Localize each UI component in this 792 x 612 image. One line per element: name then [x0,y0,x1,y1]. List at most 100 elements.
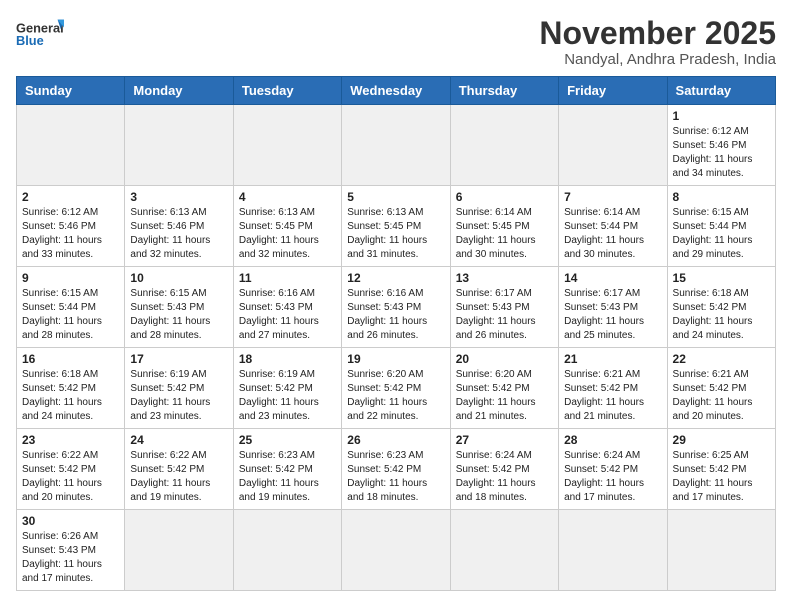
calendar-cell-3-6: 22 Sunrise: 6:21 AMSunset: 5:42 PMDayligh… [667,348,775,429]
calendar-cell-2-3: 12 Sunrise: 6:16 AMSunset: 5:43 PMDayligh… [342,267,450,348]
calendar-cell-0-5 [559,105,667,186]
calendar-cell-1-1: 3 Sunrise: 6:13 AMSunset: 5:46 PMDaylight… [125,186,233,267]
location: Nandyal, Andhra Pradesh, India [539,51,776,68]
day-number: 15 [673,271,770,285]
day-number: 3 [130,190,227,204]
calendar-cell-1-2: 4 Sunrise: 6:13 AMSunset: 5:45 PMDaylight… [233,186,341,267]
cell-info: Sunrise: 6:18 AMSunset: 5:42 PMDaylight:… [22,368,119,424]
calendar-cell-0-0 [17,105,125,186]
cell-info: Sunrise: 6:13 AMSunset: 5:46 PMDaylight:… [130,206,227,262]
calendar-cell-3-4: 20 Sunrise: 6:20 AMSunset: 5:42 PMDayligh… [450,348,558,429]
day-number: 30 [22,514,119,528]
cell-info: Sunrise: 6:14 AMSunset: 5:44 PMDaylight:… [564,206,661,262]
cell-info: Sunrise: 6:25 AMSunset: 5:42 PMDaylight:… [673,449,770,505]
weekday-header-row: SundayMondayTuesdayWednesdayThursdayFrid… [17,77,776,105]
title-block: November 2025 Nandyal, Andhra Pradesh, I… [539,16,776,68]
day-number: 17 [130,352,227,366]
calendar-cell-3-5: 21Sunrise: 6:21 AMSunset: 5:42 PMDayligh… [559,348,667,429]
calendar-cell-2-5: 14Sunrise: 6:17 AMSunset: 5:43 PMDayligh… [559,267,667,348]
calendar-week-0: 1Sunrise: 6:12 AMSunset: 5:46 PMDaylight… [17,105,776,186]
day-number: 14 [564,271,661,285]
calendar-cell-2-4: 13Sunrise: 6:17 AMSunset: 5:43 PMDayligh… [450,267,558,348]
cell-info: Sunrise: 6:13 AMSunset: 5:45 PMDaylight:… [347,206,444,262]
day-number: 27 [456,433,553,447]
day-number: 29 [673,433,770,447]
cell-info: Sunrise: 6:19 AMSunset: 5:42 PMDaylight:… [130,368,227,424]
day-number: 25 [239,433,336,447]
cell-info: Sunrise: 6:12 AMSunset: 5:46 PMDaylight:… [673,125,770,181]
calendar-cell-5-0: 30 Sunrise: 6:26 AMSunset: 5:43 PMDayligh… [17,510,125,591]
calendar-cell-0-2 [233,105,341,186]
calendar-cell-1-4: 6 Sunrise: 6:14 AMSunset: 5:45 PMDaylight… [450,186,558,267]
day-number: 24 [130,433,227,447]
day-number: 7 [564,190,661,204]
weekday-header-saturday: Saturday [667,77,775,105]
weekday-header-sunday: Sunday [17,77,125,105]
day-number: 6 [456,190,553,204]
day-number: 19 [347,352,444,366]
calendar-cell-4-1: 24Sunrise: 6:22 AMSunset: 5:42 PMDayligh… [125,429,233,510]
calendar-cell-1-0: 2 Sunrise: 6:12 AMSunset: 5:46 PMDaylight… [17,186,125,267]
cell-info: Sunrise: 6:21 AMSunset: 5:42 PMDaylight:… [564,368,661,424]
calendar-cell-4-6: 29 Sunrise: 6:25 AMSunset: 5:42 PMDayligh… [667,429,775,510]
calendar-table: SundayMondayTuesdayWednesdayThursdayFrid… [16,76,776,591]
calendar-cell-0-4 [450,105,558,186]
cell-info: Sunrise: 6:13 AMSunset: 5:45 PMDaylight:… [239,206,336,262]
calendar-cell-5-6 [667,510,775,591]
calendar-cell-5-2 [233,510,341,591]
cell-info: Sunrise: 6:23 AMSunset: 5:42 PMDaylight:… [347,449,444,505]
calendar-cell-0-3 [342,105,450,186]
day-number: 9 [22,271,119,285]
calendar-cell-4-0: 23 Sunrise: 6:22 AMSunset: 5:42 PMDayligh… [17,429,125,510]
day-number: 13 [456,271,553,285]
logo: General Blue [16,16,64,52]
cell-info: Sunrise: 6:15 AMSunset: 5:44 PMDaylight:… [22,287,119,343]
calendar-cell-4-5: 28Sunrise: 6:24 AMSunset: 5:42 PMDayligh… [559,429,667,510]
cell-info: Sunrise: 6:16 AMSunset: 5:43 PMDaylight:… [347,287,444,343]
cell-info: Sunrise: 6:12 AMSunset: 5:46 PMDaylight:… [22,206,119,262]
cell-info: Sunrise: 6:14 AMSunset: 5:45 PMDaylight:… [456,206,553,262]
day-number: 23 [22,433,119,447]
day-number: 12 [347,271,444,285]
weekday-header-wednesday: Wednesday [342,77,450,105]
calendar-cell-0-6: 1Sunrise: 6:12 AMSunset: 5:46 PMDaylight… [667,105,775,186]
calendar-cell-5-4 [450,510,558,591]
calendar-cell-1-5: 7 Sunrise: 6:14 AMSunset: 5:44 PMDaylight… [559,186,667,267]
svg-text:Blue: Blue [16,33,44,48]
weekday-header-friday: Friday [559,77,667,105]
calendar-cell-1-6: 8Sunrise: 6:15 AMSunset: 5:44 PMDaylight… [667,186,775,267]
day-number: 22 [673,352,770,366]
calendar-cell-3-0: 16 Sunrise: 6:18 AMSunset: 5:42 PMDayligh… [17,348,125,429]
day-number: 16 [22,352,119,366]
day-number: 4 [239,190,336,204]
cell-info: Sunrise: 6:24 AMSunset: 5:42 PMDaylight:… [564,449,661,505]
calendar-cell-4-4: 27 Sunrise: 6:24 AMSunset: 5:42 PMDayligh… [450,429,558,510]
day-number: 20 [456,352,553,366]
cell-info: Sunrise: 6:15 AMSunset: 5:44 PMDaylight:… [673,206,770,262]
cell-info: Sunrise: 6:21 AMSunset: 5:42 PMDaylight:… [673,368,770,424]
weekday-header-monday: Monday [125,77,233,105]
calendar-cell-2-0: 9 Sunrise: 6:15 AMSunset: 5:44 PMDaylight… [17,267,125,348]
cell-info: Sunrise: 6:19 AMSunset: 5:42 PMDaylight:… [239,368,336,424]
calendar-cell-2-6: 15Sunrise: 6:18 AMSunset: 5:42 PMDayligh… [667,267,775,348]
calendar-cell-2-2: 11Sunrise: 6:16 AMSunset: 5:43 PMDayligh… [233,267,341,348]
cell-info: Sunrise: 6:24 AMSunset: 5:42 PMDaylight:… [456,449,553,505]
calendar-cell-3-3: 19Sunrise: 6:20 AMSunset: 5:42 PMDayligh… [342,348,450,429]
calendar-week-2: 9 Sunrise: 6:15 AMSunset: 5:44 PMDaylight… [17,267,776,348]
cell-info: Sunrise: 6:22 AMSunset: 5:42 PMDaylight:… [22,449,119,505]
cell-info: Sunrise: 6:23 AMSunset: 5:42 PMDaylight:… [239,449,336,505]
calendar-cell-1-3: 5Sunrise: 6:13 AMSunset: 5:45 PMDaylight… [342,186,450,267]
weekday-header-tuesday: Tuesday [233,77,341,105]
month-title: November 2025 [539,16,776,51]
day-number: 2 [22,190,119,204]
calendar-cell-5-3 [342,510,450,591]
logo-icon: General Blue [16,16,64,52]
calendar-week-3: 16 Sunrise: 6:18 AMSunset: 5:42 PMDayligh… [17,348,776,429]
calendar-cell-0-1 [125,105,233,186]
day-number: 26 [347,433,444,447]
calendar-week-5: 30 Sunrise: 6:26 AMSunset: 5:43 PMDayligh… [17,510,776,591]
cell-info: Sunrise: 6:26 AMSunset: 5:43 PMDaylight:… [22,530,119,586]
day-number: 18 [239,352,336,366]
cell-info: Sunrise: 6:15 AMSunset: 5:43 PMDaylight:… [130,287,227,343]
cell-info: Sunrise: 6:20 AMSunset: 5:42 PMDaylight:… [456,368,553,424]
